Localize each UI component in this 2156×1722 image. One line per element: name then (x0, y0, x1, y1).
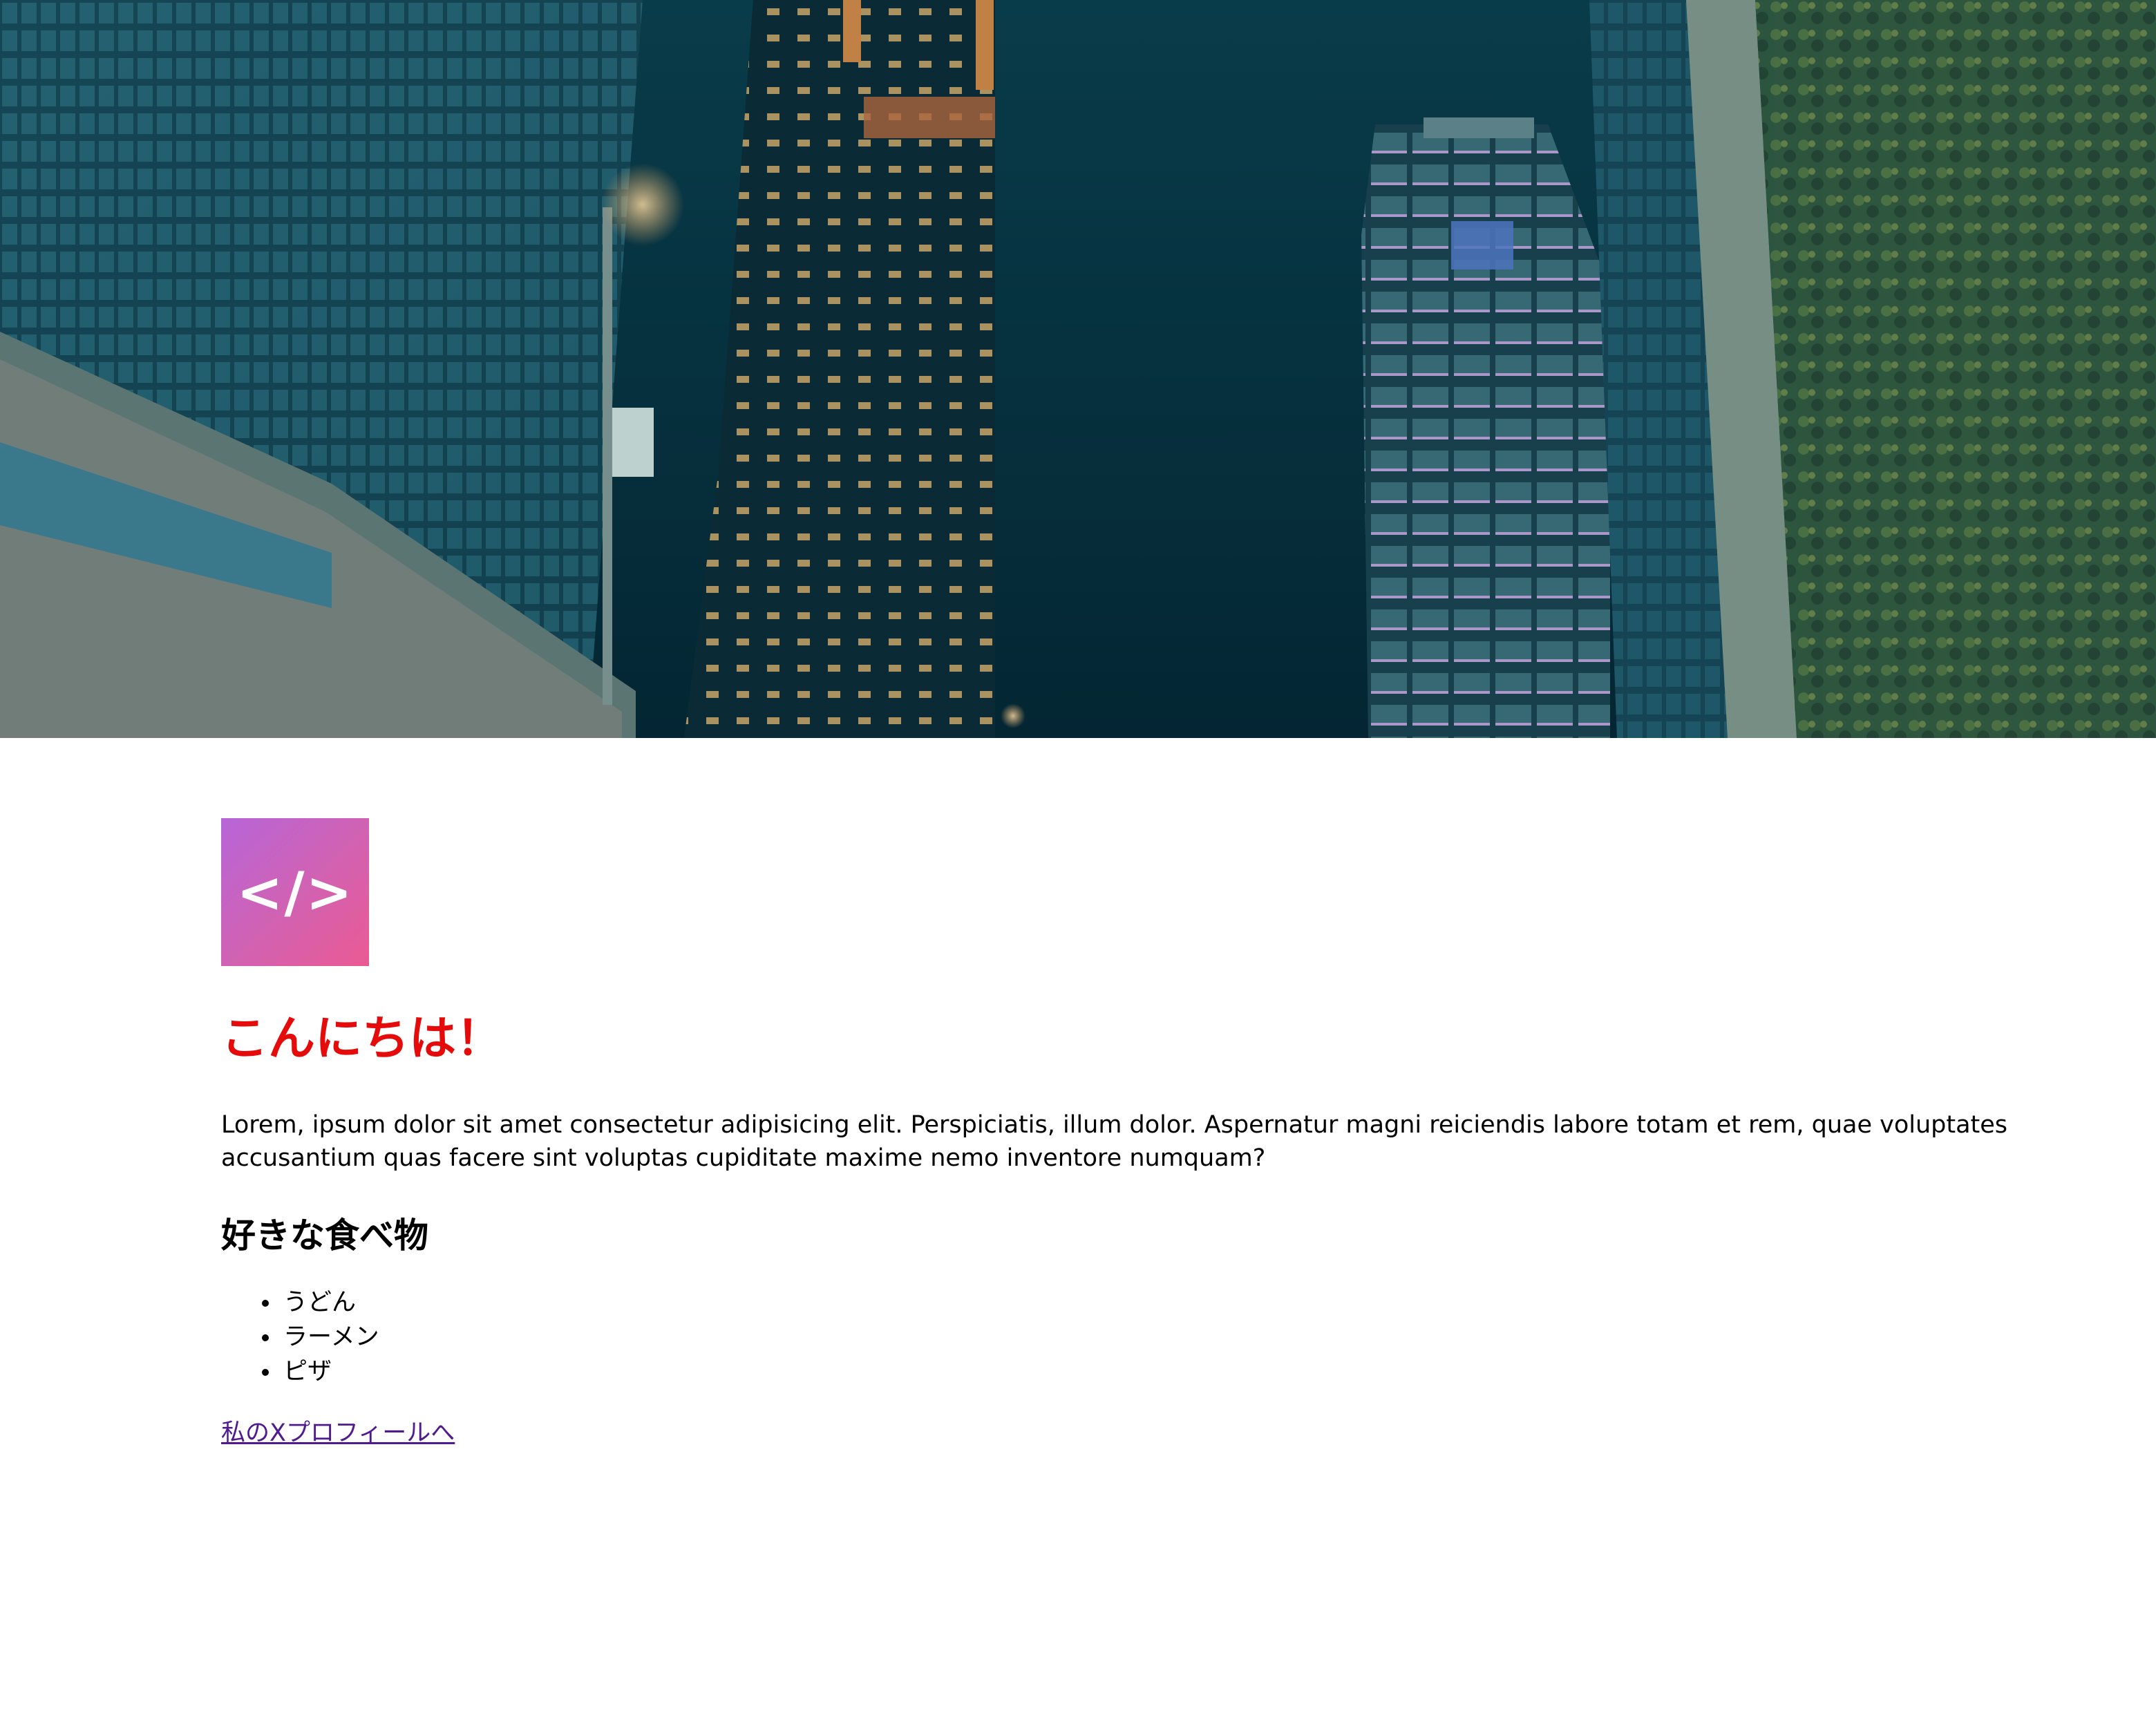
food-list: うどん ラーメン ピザ (221, 1285, 2045, 1389)
list-item: ラーメン (281, 1320, 2045, 1354)
code-icon: </> (236, 860, 354, 925)
hero-image (0, 0, 2156, 738)
main-content: </> こんにちは！ Lorem, ipsum dolor sit amet c… (221, 818, 2045, 1450)
page-title: こんにちは！ (221, 1012, 504, 1066)
code-logo: </> (221, 818, 369, 966)
x-profile-link[interactable]: 私のXプロフィールへ (221, 1417, 455, 1450)
list-item: うどん (281, 1285, 2045, 1320)
favorites-heading: 好きな食べ物 (221, 1215, 428, 1256)
list-item: ピザ (281, 1354, 2045, 1389)
intro-paragraph: Lorem, ipsum dolor sit amet consectetur … (221, 1111, 2008, 1172)
